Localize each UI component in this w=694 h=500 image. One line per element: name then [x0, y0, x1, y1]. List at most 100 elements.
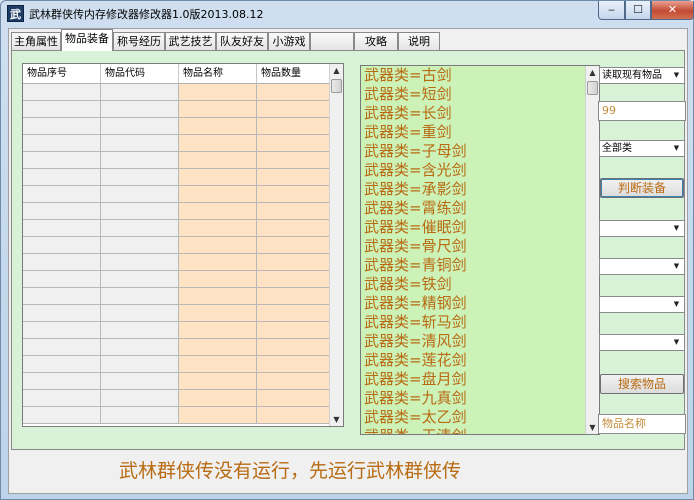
col-item-name[interactable]: 物品名称: [179, 64, 257, 84]
table-cell[interactable]: [257, 407, 331, 424]
tab-guide[interactable]: 攻略: [354, 32, 398, 51]
table-cell[interactable]: [179, 220, 257, 237]
chevron-down-icon[interactable]: ▼: [670, 69, 683, 82]
list-item[interactable]: 武器类=霄练剑: [364, 199, 467, 218]
table-row[interactable]: [23, 339, 331, 356]
table-cell[interactable]: [101, 322, 179, 339]
list-item[interactable]: 武器类=九真剑: [364, 389, 467, 408]
scroll-up-arrow-icon[interactable]: ▲: [330, 64, 343, 77]
table-cell[interactable]: [101, 390, 179, 407]
list-item[interactable]: 武器类=承影剑: [364, 180, 467, 199]
table-cell[interactable]: [101, 356, 179, 373]
list-item[interactable]: 武器类=长剑: [364, 104, 452, 123]
table-cell[interactable]: [23, 203, 101, 220]
table-cell[interactable]: [23, 390, 101, 407]
table-cell[interactable]: [257, 339, 331, 356]
table-cell[interactable]: [23, 356, 101, 373]
chevron-down-icon[interactable]: ▼: [670, 336, 683, 349]
tab-help[interactable]: 说明: [398, 32, 440, 51]
table-cell[interactable]: [179, 118, 257, 135]
chevron-down-icon[interactable]: ▼: [670, 142, 683, 155]
table-cell[interactable]: [23, 237, 101, 254]
scroll-thumb[interactable]: [331, 79, 342, 93]
table-row[interactable]: [23, 84, 331, 101]
table-cell[interactable]: [23, 373, 101, 390]
list-item[interactable]: 武器类=青铜剑: [364, 256, 467, 275]
table-cell[interactable]: [101, 305, 179, 322]
table-cell[interactable]: [23, 305, 101, 322]
table-cell[interactable]: [179, 373, 257, 390]
table-cell[interactable]: [179, 339, 257, 356]
table-cell[interactable]: [257, 135, 331, 152]
table-cell[interactable]: [257, 271, 331, 288]
list-item[interactable]: 武器类=盘月剑: [364, 370, 467, 389]
list-item[interactable]: 武器类=精钢剑: [364, 294, 467, 313]
table-cell[interactable]: [179, 407, 257, 424]
table-cell[interactable]: [179, 356, 257, 373]
table-cell[interactable]: [257, 203, 331, 220]
judge-equipment-button[interactable]: 判断装备: [600, 178, 684, 198]
item-catalog-list[interactable]: 武器类=古剑 武器类=短剑 武器类=长剑 武器类=重剑 武器类=子母剑 武器类=含光剑 武器…: [360, 65, 600, 435]
item-name-input[interactable]: 物品名称: [598, 414, 686, 434]
table-cell[interactable]: [23, 220, 101, 237]
table-cell[interactable]: [257, 84, 331, 101]
table-cell[interactable]: [101, 152, 179, 169]
table-cell[interactable]: [179, 186, 257, 203]
table-cell[interactable]: [257, 288, 331, 305]
table-cell[interactable]: [179, 169, 257, 186]
table-cell[interactable]: [101, 254, 179, 271]
filter-select-1[interactable]: ▼: [599, 220, 685, 237]
table-cell[interactable]: [257, 237, 331, 254]
table-row[interactable]: [23, 169, 331, 186]
maximize-button[interactable]: ☐: [625, 1, 651, 20]
table-row[interactable]: [23, 237, 331, 254]
table-cell[interactable]: [101, 237, 179, 254]
tab-empty[interactable]: [310, 32, 354, 51]
quantity-input[interactable]: 99: [598, 101, 686, 121]
table-row[interactable]: [23, 101, 331, 118]
item-list-scrollbar[interactable]: ▲ ▼: [585, 66, 599, 434]
chevron-down-icon[interactable]: ▼: [670, 260, 683, 273]
table-cell[interactable]: [257, 305, 331, 322]
table-cell[interactable]: [179, 237, 257, 254]
table-row[interactable]: [23, 407, 331, 424]
table-cell[interactable]: [257, 101, 331, 118]
table-cell[interactable]: [101, 271, 179, 288]
table-cell[interactable]: [101, 186, 179, 203]
table-row[interactable]: [23, 203, 331, 220]
list-item[interactable]: 武器类=催眠剑: [364, 218, 467, 237]
table-cell[interactable]: [23, 254, 101, 271]
list-item[interactable]: 武器类=清风剑: [364, 332, 467, 351]
table-cell[interactable]: [179, 101, 257, 118]
table-row[interactable]: [23, 135, 331, 152]
table-cell[interactable]: [257, 390, 331, 407]
table-cell[interactable]: [101, 169, 179, 186]
table-cell[interactable]: [23, 101, 101, 118]
table-row[interactable]: [23, 305, 331, 322]
col-item-quantity[interactable]: 物品数量: [257, 64, 331, 84]
read-mode-select[interactable]: 读取现有物品 ▼: [599, 67, 685, 84]
table-cell[interactable]: [179, 390, 257, 407]
filter-select-3[interactable]: ▼: [599, 296, 685, 313]
chevron-down-icon[interactable]: ▼: [670, 222, 683, 235]
table-cell[interactable]: [257, 169, 331, 186]
table-cell[interactable]: [23, 152, 101, 169]
table-cell[interactable]: [23, 407, 101, 424]
table-cell[interactable]: [23, 169, 101, 186]
filter-select-2[interactable]: ▼: [599, 258, 685, 275]
table-cell[interactable]: [23, 322, 101, 339]
table-cell[interactable]: [23, 339, 101, 356]
table-cell[interactable]: [179, 84, 257, 101]
grid-scrollbar[interactable]: ▲ ▼: [329, 64, 343, 426]
col-item-code[interactable]: 物品代码: [101, 64, 179, 84]
scroll-down-arrow-icon[interactable]: ▼: [330, 413, 343, 426]
table-cell[interactable]: [179, 152, 257, 169]
tab-main-attributes[interactable]: 主角属性: [11, 32, 61, 51]
tab-items-equipment[interactable]: 物品装备: [61, 29, 113, 51]
table-cell[interactable]: [179, 288, 257, 305]
table-row[interactable]: [23, 271, 331, 288]
table-cell[interactable]: [23, 186, 101, 203]
title-bar[interactable]: 武 武林群侠传内存修改器修改器1.0版2013.08.12 ‒ ☐ ✕: [1, 1, 694, 26]
search-items-button[interactable]: 搜索物品: [600, 374, 684, 394]
table-cell[interactable]: [101, 118, 179, 135]
